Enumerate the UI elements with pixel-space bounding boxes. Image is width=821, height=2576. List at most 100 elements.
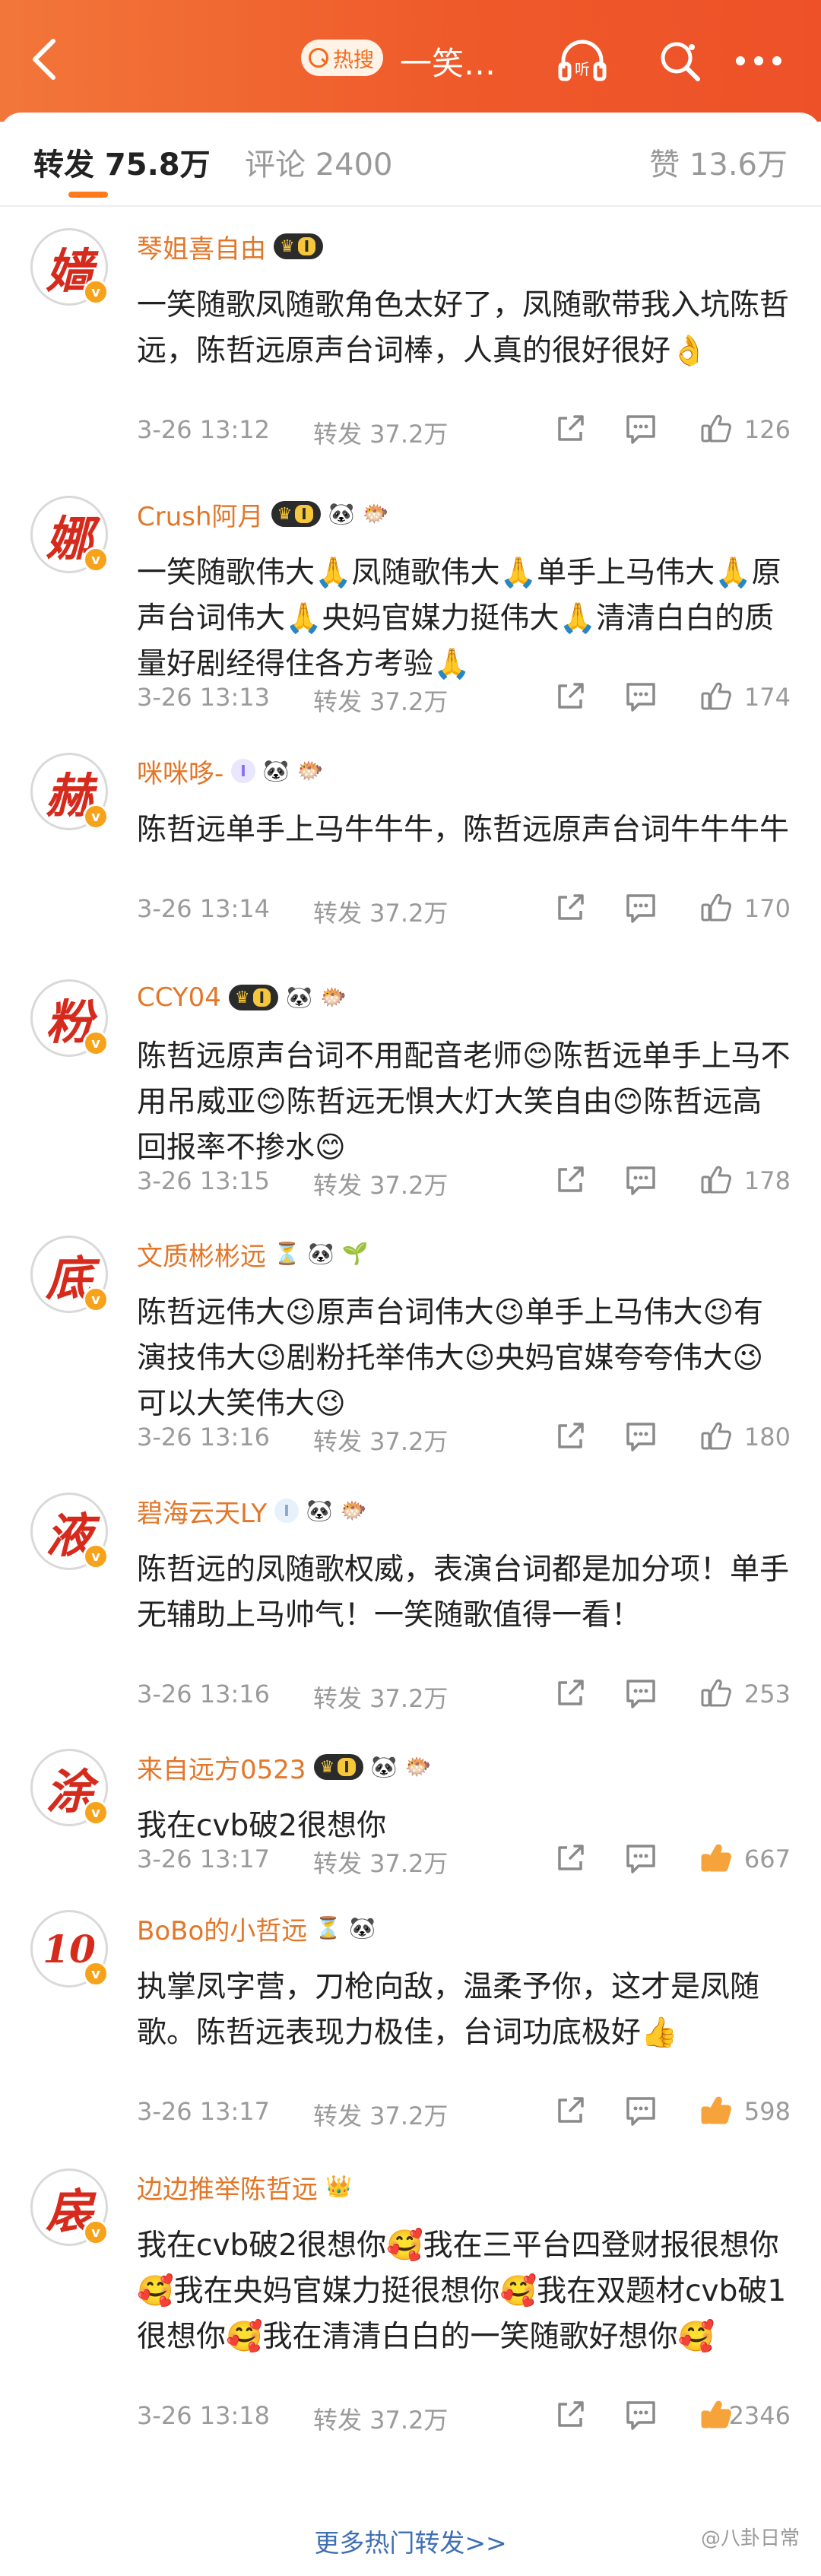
like-thumb-icon (701, 1844, 731, 1872)
member-pill-icon: I (231, 759, 255, 783)
repost-count[interactable]: 转发 37.2万 (313, 1845, 448, 1880)
repost-text[interactable]: 执掌凤字营，刀枪向敌，温柔予你，这才是凤随歌。陈哲远表现力极佳，台词功底极好👍 (137, 1965, 791, 2056)
username-row: 来自远方0523 ♛ I 🐼 🐡 (137, 1749, 431, 1785)
comment-button[interactable] (623, 1420, 658, 1453)
like-button[interactable] (699, 2094, 733, 2127)
username-row: CCY04 ♛ I 🐼 🐡 (137, 979, 347, 1016)
comment-button[interactable] (623, 891, 658, 925)
share-button[interactable] (553, 891, 587, 925)
share-icon (558, 1166, 584, 1192)
more-hot-reposts-link[interactable]: 更多热门转发>> (0, 2523, 821, 2559)
repost-count[interactable]: 转发 37.2万 (313, 1166, 448, 1201)
username[interactable]: Crush阿月 (137, 496, 264, 533)
share-icon (558, 683, 584, 709)
comment-button[interactable] (623, 680, 658, 713)
like-button[interactable] (699, 1677, 733, 1710)
avatar[interactable]: 液v (30, 1493, 109, 1570)
more-button[interactable] (731, 33, 786, 88)
repost-text[interactable]: 一笑随歌凤随歌角色太好了，凤随歌带我入坑陈哲远，陈哲远原声台词棒，人真的很好很好… (137, 283, 791, 374)
share-icon (558, 1680, 584, 1705)
share-button[interactable] (553, 2094, 587, 2127)
repost-count[interactable]: 转发 37.2万 (313, 683, 448, 718)
repost-meta: 3-26 13:17 转发 37.2万 598 (137, 2092, 791, 2130)
like-count: 126 (743, 415, 791, 444)
share-icon (558, 2097, 584, 2123)
like-button[interactable] (699, 412, 733, 446)
tab-repost[interactable]: 转发 75.8万 (33, 140, 211, 184)
repost-count[interactable]: 转发 37.2万 (313, 2401, 448, 2436)
post-time: 3-26 13:15 (137, 1166, 271, 1195)
comment-button[interactable] (623, 2398, 658, 2432)
username[interactable]: 来自远方0523 (137, 1749, 306, 1786)
repost-text[interactable]: 我在cvb破2很想你🥰我在三平台四登财报很想你🥰我在央妈官媒力挺很想你🥰我在双题… (137, 2223, 791, 2360)
comment-button[interactable] (623, 412, 658, 446)
comment-button[interactable] (623, 2094, 658, 2127)
search-button[interactable] (652, 33, 707, 88)
like-button[interactable] (699, 891, 733, 925)
avatar[interactable]: 嫱v (30, 228, 109, 306)
avatar[interactable]: 娜v (30, 496, 109, 573)
comment-button[interactable] (623, 1163, 658, 1197)
repost-text[interactable]: 陈哲远伟大😉原声台词伟大😉单手上马伟大😉有演技伟大😉剧粉托举伟大😉央妈官媒夸夸伟… (137, 1290, 791, 1427)
comment-button[interactable] (623, 1842, 658, 1875)
comment-icon (626, 415, 655, 444)
hourglass-icon: ⏳ (274, 1241, 300, 1266)
repost-text[interactable]: 陈哲远的凤随歌权威，表演台词都是加分项！单手无辅助上马帅气！一笑随歌值得一看！ (137, 1547, 791, 1639)
like-button[interactable] (699, 2398, 733, 2432)
share-button[interactable] (553, 412, 587, 446)
avatar[interactable]: 10 v (30, 1910, 109, 1988)
verified-badge-icon: v (83, 1543, 109, 1569)
back-button[interactable] (21, 30, 67, 88)
verified-badge-icon: v (83, 547, 109, 573)
verified-badge-icon: v (83, 804, 109, 830)
repost-text[interactable]: 陈哲远原声台词不用配音老师😊陈哲远单手上马不用吊威亚😊陈哲远无惧大灯大笑自由😊陈… (137, 1034, 791, 1171)
share-button[interactable] (553, 1842, 587, 1875)
avatar[interactable]: 底v (30, 1236, 109, 1313)
share-button[interactable] (553, 1677, 587, 1710)
share-button[interactable] (553, 1163, 587, 1197)
repost-count[interactable]: 转发 37.2万 (313, 2097, 448, 2132)
page-title[interactable]: 一笑… (400, 38, 496, 84)
repost-text[interactable]: 一笑随歌伟大🙏凤随歌伟大🙏单手上马伟大🙏原声台词伟大🙏央妈官媒力挺伟大🙏清清白白… (137, 550, 791, 687)
sprout-icon: 🌱 (341, 1241, 369, 1266)
verified-badge-icon: v (83, 1800, 109, 1826)
level-label: I (284, 1502, 290, 1520)
avatar[interactable]: 赫v (30, 753, 109, 830)
username[interactable]: 琴姐喜自由 (137, 228, 266, 265)
avatar[interactable]: 扆v (30, 2168, 109, 2246)
like-button[interactable] (699, 680, 733, 713)
level-label: I (297, 237, 316, 255)
hot-search-pill[interactable]: 热搜 (301, 40, 383, 76)
share-button[interactable] (553, 2398, 587, 2432)
username[interactable]: 边边推举陈哲远 (137, 2168, 318, 2206)
crown-icon: ♛ (280, 236, 295, 256)
like-button[interactable] (699, 1420, 733, 1453)
tab-like[interactable]: 赞 13.6万 (649, 140, 788, 184)
username-row: 琴姐喜自由 ♛ I (137, 228, 324, 265)
comment-button[interactable] (623, 1677, 658, 1710)
avatar[interactable]: 涂v (30, 1749, 109, 1826)
username[interactable]: 碧海云天LY (137, 1493, 267, 1530)
crown-badge-icon: ♛ I (274, 233, 324, 259)
username[interactable]: 咪咪哆- (137, 753, 223, 790)
like-count: 180 (743, 1423, 791, 1451)
username-row: 文质彬彬远 ⏳ 🐼 🌱 (137, 1236, 369, 1272)
repost-count[interactable]: 转发 37.2万 (313, 1680, 448, 1715)
username[interactable]: BoBo的小哲远 (137, 1910, 307, 1947)
avatar[interactable]: 粉v (30, 979, 109, 1057)
like-button[interactable] (699, 1163, 733, 1197)
active-tab-indicator (68, 192, 108, 198)
comment-icon (626, 1423, 655, 1451)
username[interactable]: 文质彬彬远 (137, 1236, 266, 1273)
share-button[interactable] (553, 680, 587, 713)
username[interactable]: CCY04 (137, 982, 221, 1013)
repost-count[interactable]: 转发 37.2万 (313, 415, 448, 450)
like-thumb-icon (701, 1422, 731, 1450)
repost-count[interactable]: 转发 37.2万 (313, 1423, 448, 1458)
repost-text[interactable]: 陈哲远单手上马牛牛牛，陈哲远原声台词牛牛牛牛 (137, 807, 791, 853)
like-button[interactable] (699, 1842, 733, 1875)
share-button[interactable] (553, 1420, 587, 1453)
listen-button[interactable]: 听 (555, 33, 610, 88)
tab-comment[interactable]: 评论 2400 (245, 140, 393, 184)
repost-count[interactable]: 转发 37.2万 (313, 894, 448, 929)
